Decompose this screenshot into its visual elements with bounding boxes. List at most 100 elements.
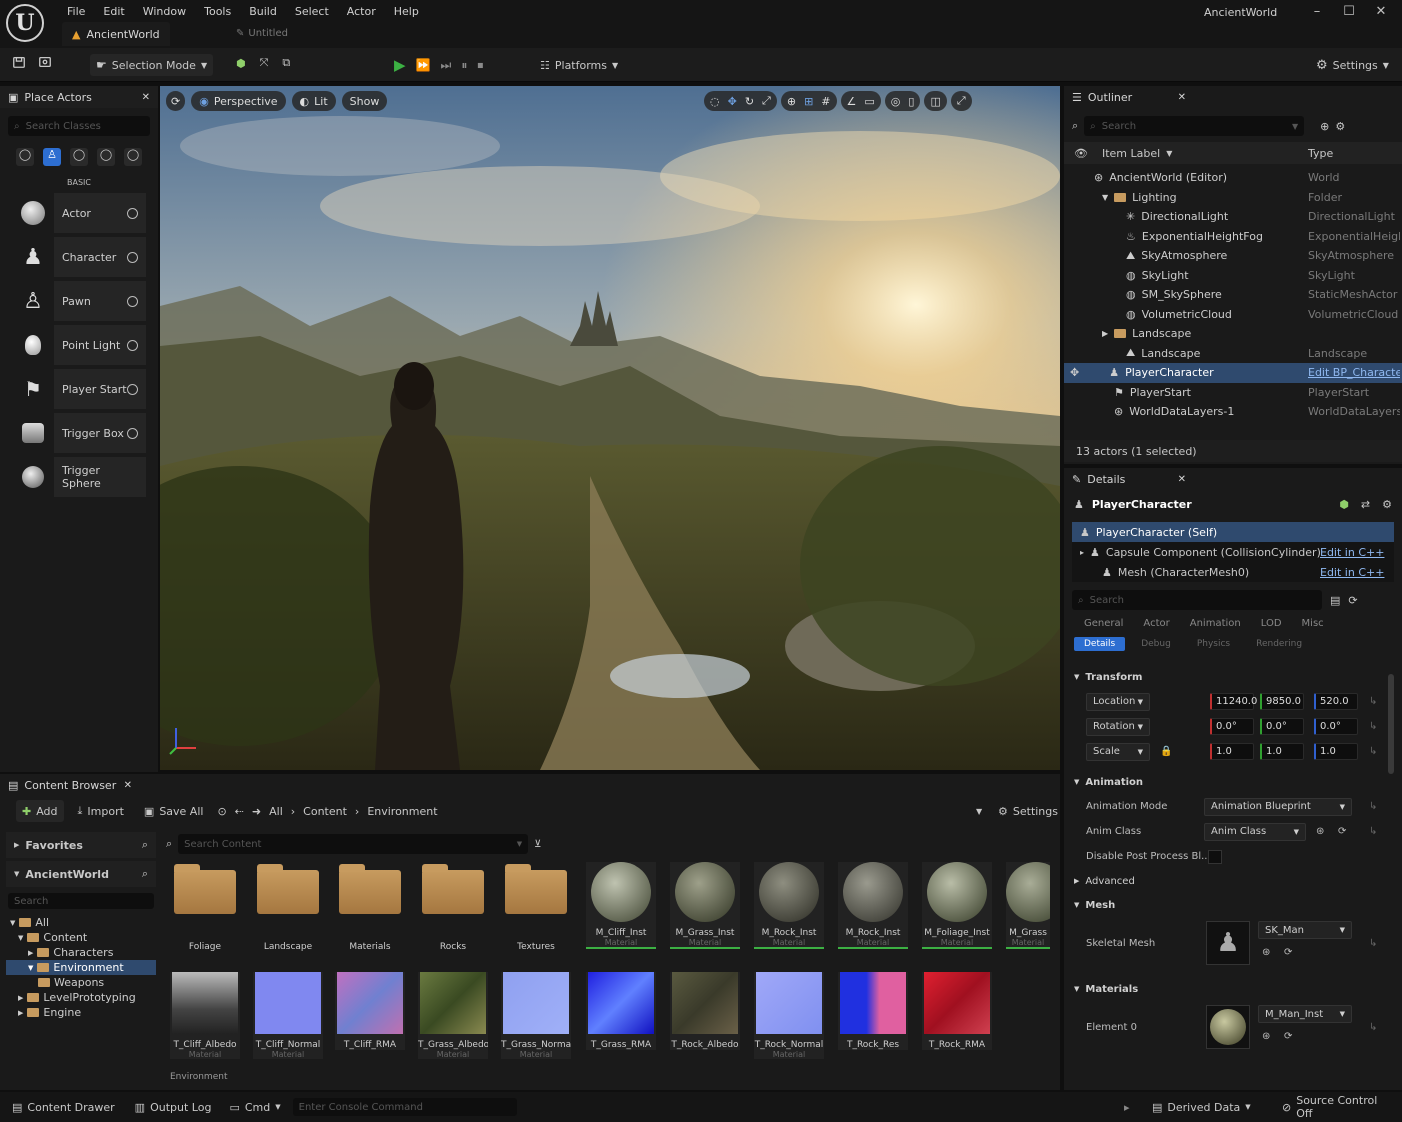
- place-actor-item[interactable]: Actor: [12, 193, 146, 233]
- tree-row[interactable]: ⊛ AncientWorld (Editor) World: [1064, 168, 1402, 188]
- filter-tab-debug[interactable]: Debug: [1131, 637, 1181, 651]
- menu-help[interactable]: Help: [385, 5, 428, 18]
- asset-tile-texture[interactable]: T_Rock_RMA: [922, 972, 992, 1050]
- browse-icon[interactable]: ⊛: [1316, 826, 1324, 837]
- filter-tab-general[interactable]: General: [1074, 618, 1133, 629]
- stop-icon[interactable]: ⏹: [477, 58, 483, 73]
- edit-blueprint-link[interactable]: Edit BP_Character: [1308, 366, 1400, 379]
- search-icon[interactable]: ⌕: [142, 867, 148, 881]
- settings-icon[interactable]: ⚙: [1382, 498, 1392, 511]
- content-icon[interactable]: ⬢: [236, 57, 246, 70]
- mode-dropdown[interactable]: ☛ Selection Mode ▼: [90, 54, 214, 76]
- asset-tile-material[interactable]: M_Cliff_Inst Material: [586, 862, 656, 949]
- tree-item[interactable]: ▼ Content: [6, 930, 156, 945]
- filter-icon[interactable]: ⌕: [1072, 119, 1078, 133]
- section-animation[interactable]: ▼ Animation: [1064, 770, 1382, 794]
- scale-x-field[interactable]: 1.0: [1210, 743, 1254, 760]
- rotate-icon[interactable]: ↻: [745, 95, 754, 108]
- add-component-icon[interactable]: ⬢: [1339, 498, 1349, 511]
- save-all-button[interactable]: ▣ Save All: [138, 800, 210, 822]
- place-actor-item[interactable]: ♙ Pawn: [12, 281, 146, 321]
- skip-forward-icon[interactable]: ⏩: [416, 58, 431, 72]
- content-browser-tab[interactable]: ▤ Content Browser ✕: [0, 774, 140, 796]
- history-icon[interactable]: ⊙: [217, 805, 226, 818]
- section-materials[interactable]: ▼ Materials: [1064, 977, 1382, 1001]
- filter-tab-misc[interactable]: Misc: [1292, 618, 1334, 629]
- asset-tile-texture[interactable]: T_Rock_Res: [838, 972, 908, 1050]
- filter-tab-physics[interactable]: Physics: [1187, 637, 1240, 651]
- menu-tools[interactable]: Tools: [195, 5, 240, 18]
- skeletal-mesh-thumbnail[interactable]: ♟: [1206, 921, 1250, 965]
- expand-icon[interactable]: ▼: [1102, 193, 1108, 202]
- asset-tile-folder[interactable]: Rocks: [418, 862, 488, 952]
- unreal-logo-icon[interactable]: U: [6, 4, 44, 42]
- rotation-dropdown[interactable]: Rotation ▼: [1086, 717, 1150, 736]
- place-actor-item[interactable]: Trigger Box: [12, 413, 146, 453]
- menu-file[interactable]: File: [58, 5, 94, 18]
- sources-search[interactable]: Search: [8, 893, 154, 909]
- pause-icon[interactable]: ⏸: [461, 58, 467, 73]
- show-button[interactable]: Show: [341, 91, 388, 111]
- save-current-icon[interactable]: [12, 55, 26, 69]
- reset-icon[interactable]: ↳: [1369, 1022, 1377, 1033]
- play-icon[interactable]: ▸: [1124, 1101, 1130, 1114]
- add-filter-icon[interactable]: ⊕: [1320, 120, 1329, 133]
- filter-icon[interactable]: ⊻: [534, 839, 541, 850]
- settings-button[interactable]: ⚙ Settings ▼: [1310, 54, 1395, 76]
- tree-row[interactable]: ♨ ExponentialHeightFog ExponentialHeight: [1064, 227, 1402, 247]
- anim-class-dropdown[interactable]: Anim Class ▼: [1204, 822, 1306, 841]
- minimize-icon[interactable]: –: [1310, 4, 1324, 19]
- scale-dropdown[interactable]: Scale ▼: [1086, 742, 1150, 761]
- edit-cpp-link[interactable]: Edit in C++: [1320, 566, 1384, 579]
- close-icon[interactable]: ✕: [142, 92, 150, 103]
- disable-post-process-checkbox[interactable]: [1208, 849, 1222, 864]
- location-x-field[interactable]: 11240.0: [1210, 693, 1257, 710]
- pin-icon[interactable]: ✥: [1070, 366, 1079, 379]
- asset-tile-texture[interactable]: T_Cliff_Albedo Material: [170, 972, 240, 1059]
- tree-row[interactable]: ◍ SkyLight SkyLight: [1064, 266, 1402, 286]
- blueprint-icon[interactable]: ⇄: [1361, 498, 1370, 511]
- location-dropdown[interactable]: Location ▼: [1086, 692, 1150, 711]
- layout-icon[interactable]: ▯: [908, 95, 914, 108]
- tree-item[interactable]: ▶ Characters: [6, 945, 156, 960]
- asset-tile-folder[interactable]: Foliage: [170, 862, 240, 952]
- asset-tile-texture[interactable]: T_Cliff_RMA: [335, 972, 405, 1050]
- visual-effects-icon[interactable]: ◯: [124, 148, 142, 166]
- place-actor-item[interactable]: Point Light: [12, 325, 146, 365]
- breadcrumb-content[interactable]: Content: [303, 805, 347, 818]
- filter-tab-animation[interactable]: Animation: [1180, 618, 1251, 629]
- platforms-dropdown[interactable]: ☷ Platforms ▼: [534, 54, 624, 76]
- chevron-down-icon[interactable]: ▼: [976, 807, 982, 816]
- rotation-z-field[interactable]: 0.0°: [1314, 718, 1358, 735]
- rotation-x-field[interactable]: 0.0°: [1210, 718, 1254, 735]
- asset-search[interactable]: Search Content ▼: [178, 834, 529, 854]
- tree-row[interactable]: ⚑ PlayerStart PlayerStart: [1064, 383, 1402, 403]
- scale-snap-icon[interactable]: ▭: [864, 95, 874, 108]
- basic-icon[interactable]: ♙: [43, 148, 61, 166]
- tree-row[interactable]: ⊛ WorldDataLayers-1 WorldDataLayers: [1064, 402, 1402, 422]
- tree-item[interactable]: ▶ Engine: [6, 1005, 156, 1020]
- location-y-field[interactable]: 9850.0: [1260, 693, 1304, 710]
- cmd-dropdown[interactable]: ▭ Cmd ▼: [223, 1096, 286, 1118]
- browse-icon[interactable]: ⊛: [1262, 947, 1270, 958]
- asset-tile-texture[interactable]: T_Cliff_Normal Material: [253, 972, 323, 1059]
- second-tab[interactable]: ✎ Untitled: [236, 28, 288, 39]
- asset-tile-material[interactable]: M_Foliage_Inst Material: [922, 862, 992, 949]
- asset-tile-folder[interactable]: Materials: [335, 862, 405, 952]
- world-icon[interactable]: ⊕: [787, 95, 796, 108]
- asset-tile-material[interactable]: M_Grass_Inst Material: [670, 862, 740, 949]
- project-header[interactable]: ▼ AncientWorld ⌕: [6, 861, 156, 887]
- outliner-search[interactable]: ⌕ Search ▼: [1084, 116, 1305, 136]
- reset-icon[interactable]: ↳: [1369, 721, 1377, 732]
- rotation-y-field[interactable]: 0.0°: [1260, 718, 1304, 735]
- property-matrix-icon[interactable]: ▤: [1330, 594, 1340, 607]
- step-icon[interactable]: ⏭: [441, 58, 452, 73]
- filter-tab-rendering[interactable]: Rendering: [1246, 637, 1312, 651]
- asset-tile-folder[interactable]: Landscape: [253, 862, 323, 952]
- tree-item[interactable]: ▼ All: [6, 915, 156, 930]
- tree-row[interactable]: ⛰ SkyAtmosphere SkyAtmosphere: [1064, 246, 1402, 266]
- menu-select[interactable]: Select: [286, 5, 338, 18]
- lock-icon[interactable]: 🔒: [1160, 746, 1172, 757]
- derived-data-button[interactable]: ▤ Derived Data ▼: [1146, 1096, 1257, 1118]
- expand-icon[interactable]: ▶: [1102, 329, 1108, 338]
